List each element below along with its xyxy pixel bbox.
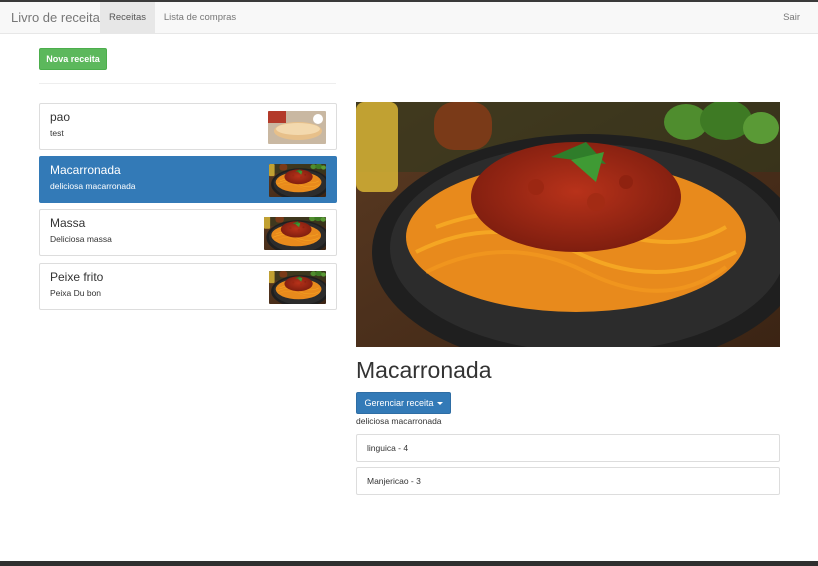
recipe-title: Macarronada: [356, 357, 492, 383]
recipe-name: Macarronada: [50, 163, 121, 177]
spaghetti-thumbnail-image: [264, 217, 326, 250]
bread-image: [268, 111, 326, 144]
recipe-name: Peixe frito: [50, 270, 104, 284]
ingredient-item[interactable]: linguica - 4: [356, 434, 780, 462]
recipe-description: Peixa Du bon: [50, 288, 102, 298]
spaghetti-thumbnail-image: [269, 164, 326, 197]
new-recipe-button[interactable]: Nova receita: [39, 48, 107, 70]
recipe-description: Deliciosa massa: [50, 234, 112, 244]
manage-recipe-dropdown-button[interactable]: Gerenciar receita: [356, 392, 451, 414]
caret-down-icon: [436, 402, 443, 406]
recipe-name: pao: [50, 110, 71, 124]
recipe-list-item[interactable]: pao test: [39, 103, 337, 150]
recipe-description: test: [50, 128, 64, 138]
recipe-detail-description: deliciosa macarronada: [356, 416, 442, 426]
tab-receitas[interactable]: Receitas: [100, 2, 155, 34]
tab-lista-de-compras[interactable]: Lista de compras: [158, 2, 242, 34]
brand[interactable]: Livro de receita: [11, 2, 100, 34]
recipe-description: deliciosa macarronada: [50, 181, 136, 191]
logout-link[interactable]: Sair: [783, 2, 800, 34]
recipe-list-item[interactable]: Massa Deliciosa massa: [39, 209, 337, 256]
window-bottom-border: [0, 561, 818, 566]
spaghetti-thumbnail-image: [269, 271, 326, 304]
manage-recipe-label: Gerenciar receita: [364, 398, 434, 408]
recipe-name: Massa: [50, 216, 86, 230]
recipe-list-item[interactable]: Peixe frito Peixa Du bon: [39, 263, 337, 310]
recipe-hero-image: [356, 102, 780, 347]
navbar: Livro de receita Receitas Lista de compr…: [0, 2, 818, 34]
recipe-list-item-active[interactable]: Macarronada deliciosa macarronada: [39, 156, 337, 203]
divider: [39, 83, 336, 84]
ingredient-item[interactable]: Manjericao - 3: [356, 467, 780, 495]
